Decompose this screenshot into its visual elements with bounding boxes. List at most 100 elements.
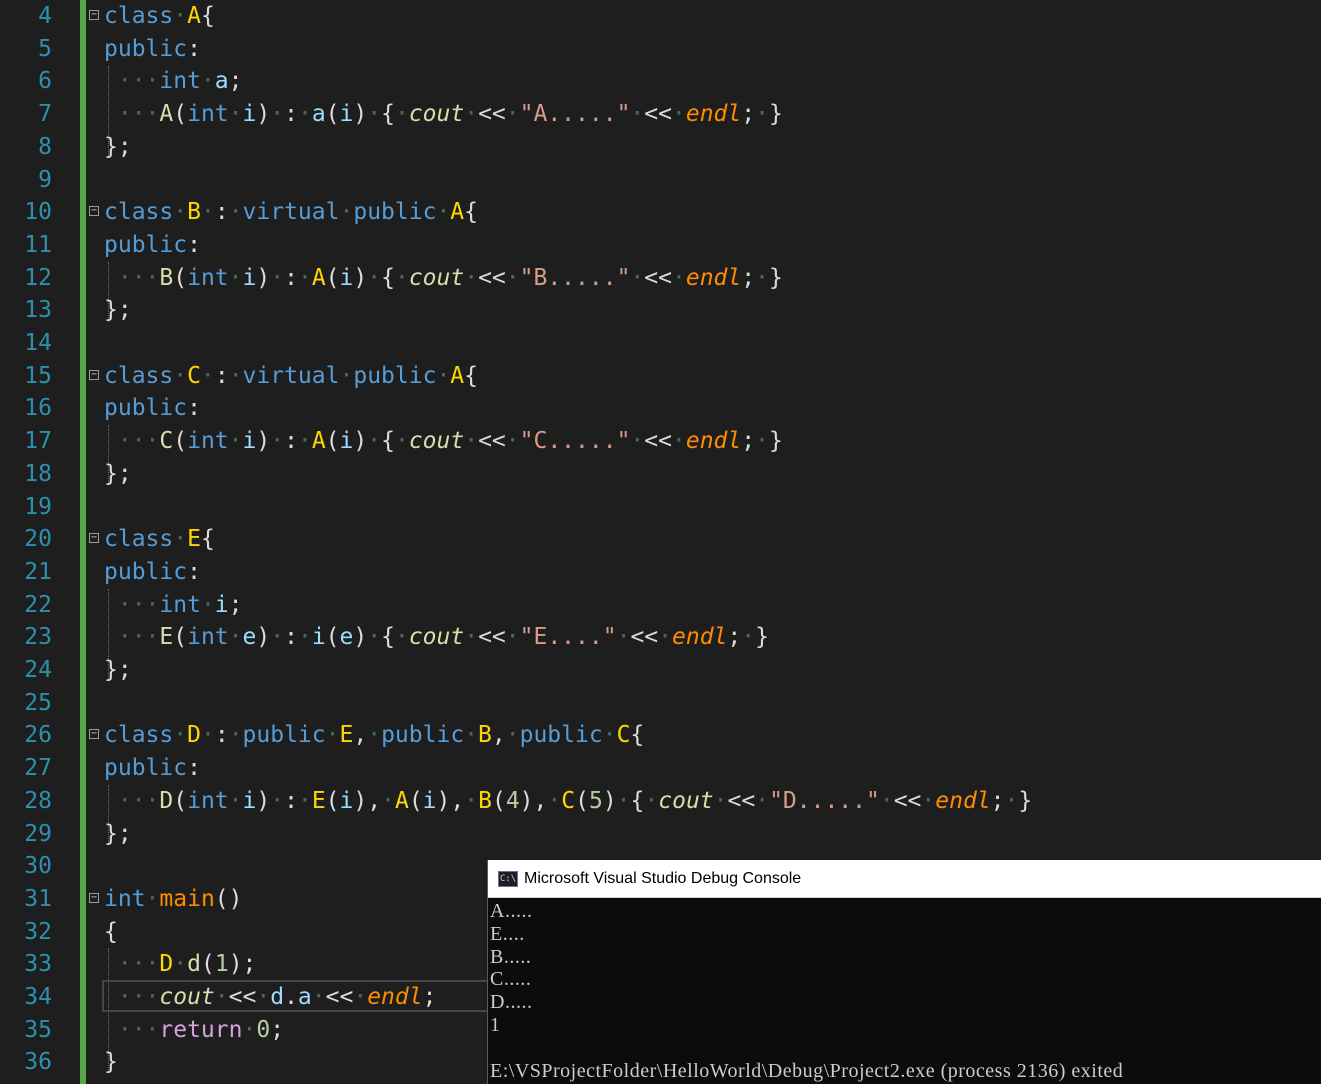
code-token: : <box>284 624 298 651</box>
code-text: ···return·0; <box>104 1014 284 1047</box>
code-token: ( <box>325 624 340 651</box>
code-line[interactable]: 6 ···int·a; <box>0 65 1321 98</box>
collapse-icon[interactable]: − <box>89 533 99 544</box>
code-line[interactable]: 29}; <box>0 818 1321 851</box>
code-token: B <box>187 199 201 226</box>
code-token: ) <box>602 787 617 814</box>
console-title-bar[interactable]: C:\ Microsoft Visual Studio Debug Consol… <box>488 860 1321 898</box>
whitespace-marker: · <box>755 787 770 814</box>
code-token: . <box>284 984 298 1010</box>
code-line[interactable]: 8}; <box>0 131 1321 164</box>
code-line[interactable]: 26− class·D·:·public·E,·public·B,·public·… <box>0 719 1321 752</box>
code-text: public: <box>104 392 201 425</box>
code-line[interactable]: 13}; <box>0 294 1321 327</box>
debug-console-window[interactable]: C:\ Microsoft Visual Studio Debug Consol… <box>487 860 1321 1084</box>
whitespace-marker: · <box>270 264 285 291</box>
code-line[interactable]: 17 ···C(int·i)·:·A(i)·{·cout·<<·"C....."… <box>0 425 1321 458</box>
code-token: ), <box>353 787 382 814</box>
whitespace-marker: · <box>297 101 312 128</box>
code-token: public <box>353 199 437 226</box>
code-token: { <box>381 264 395 291</box>
whitespace-marker: · <box>921 787 936 814</box>
code-token: 0 <box>256 1016 271 1043</box>
code-line[interactable]: 28 ···D(int·i)·:·E(i),·A(i),·B(4),·C(5)·… <box>0 785 1321 818</box>
whitespace-marker: · <box>173 3 188 29</box>
code-text: ···int·a; <box>104 65 243 98</box>
code-token: public <box>353 362 437 389</box>
code-token: }; <box>104 297 132 324</box>
whitespace-marker: ··· <box>104 591 160 618</box>
code-line[interactable]: 27 public: <box>0 752 1321 785</box>
whitespace-marker: · <box>741 624 756 651</box>
code-token: ( <box>491 787 506 814</box>
collapse-icon[interactable]: − <box>89 206 99 217</box>
line-number: 25 <box>24 689 52 716</box>
code-line[interactable]: 16 public: <box>0 392 1321 425</box>
code-line[interactable]: 10− class·B·:·virtual·public·A{ <box>0 196 1321 229</box>
code-line[interactable]: 22 ···int·i; <box>0 589 1321 622</box>
whitespace-marker: ··· <box>104 787 160 814</box>
code-token: C <box>159 428 174 455</box>
whitespace-marker: · <box>228 101 243 128</box>
code-token: , <box>491 722 506 749</box>
code-token: : <box>284 787 298 814</box>
whitespace-marker: · <box>353 984 368 1010</box>
code-token: int <box>187 787 229 814</box>
whitespace-marker: · <box>1004 787 1019 814</box>
line-number: 32 <box>24 918 52 945</box>
code-token: 4 <box>505 787 520 814</box>
code-token: virtual <box>242 199 340 226</box>
code-token: cout <box>159 984 215 1010</box>
code-line[interactable]: 12 ···B(int·i)·:·A(i)·{·cout·<<·"B....."… <box>0 262 1321 295</box>
code-line[interactable]: 19 <box>0 491 1321 524</box>
whitespace-marker: · <box>671 428 686 455</box>
code-token: class <box>104 722 174 749</box>
whitespace-marker: ··· <box>104 951 160 978</box>
code-token: A <box>187 3 201 29</box>
line-number: 35 <box>24 1016 52 1043</box>
code-token: A <box>394 787 409 814</box>
whitespace-marker: · <box>367 101 382 128</box>
code-line[interactable]: 18}; <box>0 458 1321 491</box>
collapse-icon[interactable]: − <box>89 729 99 740</box>
code-token: ) <box>353 428 368 455</box>
code-line[interactable]: 24}; <box>0 654 1321 687</box>
code-token: : <box>187 231 201 258</box>
code-text: ···D·d(1); <box>104 948 257 981</box>
collapse-icon[interactable]: − <box>89 369 99 380</box>
code-line[interactable]: 11 public: <box>0 229 1321 262</box>
code-token: ; <box>727 624 742 651</box>
code-line[interactable]: 15− class·C·:·virtual·public·A{ <box>0 360 1321 393</box>
collapse-icon[interactable]: − <box>89 10 99 20</box>
code-line[interactable]: 23 ···E(int·e)·:·i(e)·{·cout·<<·"E...."·… <box>0 621 1321 654</box>
code-line[interactable]: 9 <box>0 164 1321 197</box>
code-token: B <box>159 264 174 291</box>
whitespace-marker: ··· <box>104 101 160 128</box>
code-line[interactable]: 25 <box>0 687 1321 720</box>
whitespace-marker: · <box>464 787 479 814</box>
code-token: ); <box>228 951 257 978</box>
collapse-icon[interactable]: − <box>89 892 99 903</box>
line-number: 4 <box>38 3 52 29</box>
code-line[interactable]: 4 − class·A{ <box>0 0 1321 33</box>
code-token: int <box>187 624 229 651</box>
code-token: : <box>214 199 229 226</box>
whitespace-marker: · <box>325 722 340 749</box>
code-line[interactable]: 5 public: <box>0 33 1321 66</box>
line-number: 31 <box>24 885 52 912</box>
whitespace-marker: · <box>755 101 769 128</box>
whitespace-marker: · <box>505 624 520 651</box>
line-number: 14 <box>24 330 52 356</box>
code-token: B <box>478 787 492 814</box>
whitespace-marker: · <box>464 722 479 749</box>
code-line[interactable]: 7 ···A(int·i)·:·a(i)·{·cout·<<·"A....."·… <box>0 98 1321 131</box>
code-token: d <box>187 951 201 978</box>
whitespace-marker: · <box>616 624 631 651</box>
code-line[interactable]: 14 <box>0 327 1321 360</box>
code-line[interactable]: 20 − class·E{ <box>0 523 1321 556</box>
code-token: ) <box>353 264 368 291</box>
code-token: class <box>104 199 174 226</box>
code-line[interactable]: 21 public: <box>0 556 1321 589</box>
code-token: public <box>104 558 188 585</box>
code-token: "C....." <box>519 428 631 455</box>
